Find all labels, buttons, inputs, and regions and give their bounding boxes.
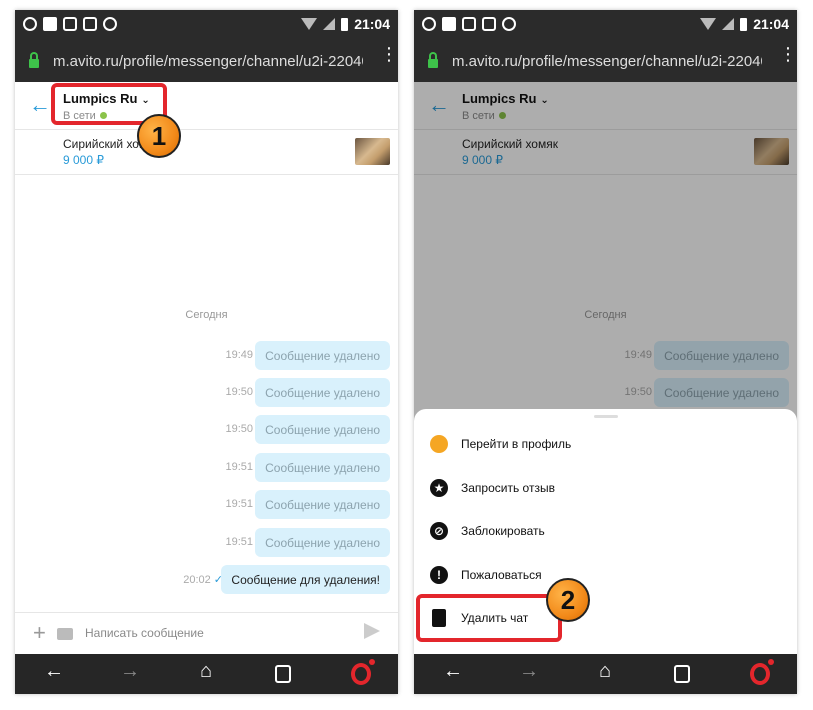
wifi-icon bbox=[301, 18, 318, 30]
listing-price: 9 000 ₽ bbox=[63, 153, 104, 167]
message-bubble[interactable]: Сообщение удалено bbox=[255, 453, 390, 482]
film-icon bbox=[43, 17, 57, 31]
message-bubble[interactable]: Сообщение удалено bbox=[255, 378, 390, 407]
message-time: 19:51 bbox=[225, 498, 253, 510]
warning-icon: ! bbox=[430, 566, 448, 584]
status-bar: 21:04 bbox=[15, 10, 398, 40]
message-time-sent: 20:02 ✓ bbox=[183, 573, 223, 586]
message-list: Сегодня 19:49 Сообщение удалено 19:50 Со… bbox=[15, 176, 398, 612]
menu-item-request-review[interactable]: ★ Запросить отзыв bbox=[414, 467, 797, 511]
message-time: 19:50 bbox=[225, 386, 253, 398]
step-badge-1: 1 bbox=[137, 114, 181, 158]
shazam-icon bbox=[502, 17, 516, 31]
browser-menu-icon[interactable]: ⋮ bbox=[779, 45, 797, 63]
message-time-text: 20:02 bbox=[183, 574, 211, 586]
sheet-handle[interactable] bbox=[594, 415, 618, 418]
address-bar[interactable]: m.avito.ru/profile/messenger/channel/u2i… bbox=[15, 40, 398, 82]
send-icon[interactable] bbox=[364, 623, 380, 639]
camera-icon[interactable] bbox=[57, 628, 73, 640]
battery-icon bbox=[341, 17, 349, 31]
opera-notification-icon bbox=[23, 17, 37, 31]
message-time: 19:51 bbox=[225, 461, 253, 473]
home-icon[interactable]: ⌂ bbox=[590, 660, 620, 683]
opera-notification-icon bbox=[422, 17, 436, 31]
forward-icon[interactable]: → bbox=[514, 660, 544, 683]
lock-icon bbox=[428, 52, 438, 68]
profile-icon bbox=[430, 435, 448, 453]
status-bar: 21:04 bbox=[414, 10, 797, 40]
wifi-icon bbox=[700, 18, 717, 30]
instagram-icon bbox=[462, 17, 476, 31]
menu-item-label: Запросить отзыв bbox=[461, 481, 555, 495]
message-bubble[interactable]: Сообщение удалено bbox=[255, 415, 390, 444]
browser-menu-icon[interactable]: ⋮ bbox=[380, 45, 398, 63]
battery-icon bbox=[740, 17, 748, 31]
message-bubble[interactable]: Сообщение удалено bbox=[255, 341, 390, 370]
menu-item-label: Перейти в профиль bbox=[461, 437, 572, 451]
block-user-icon: ⊘ bbox=[430, 522, 448, 540]
message-bubble[interactable]: Сообщение удалено bbox=[255, 528, 390, 557]
menu-item-report[interactable]: ! Пожаловаться bbox=[414, 554, 797, 598]
browser-nav-bar: ← → ⌂ bbox=[414, 654, 797, 694]
instagram-icon bbox=[63, 17, 77, 31]
message-input[interactable]: Написать сообщение bbox=[85, 626, 204, 640]
step-badge-2: 2 bbox=[546, 578, 590, 622]
back-icon[interactable]: ← bbox=[438, 660, 468, 683]
message-time: 19:51 bbox=[225, 536, 253, 548]
notification-icons bbox=[422, 17, 516, 31]
url-text[interactable]: m.avito.ru/profile/messenger/channel/u2i… bbox=[53, 53, 363, 70]
url-text[interactable]: m.avito.ru/profile/messenger/channel/u2i… bbox=[452, 53, 762, 70]
day-separator: Сегодня bbox=[185, 309, 228, 321]
star-icon: ★ bbox=[430, 479, 448, 497]
signal-icon bbox=[722, 18, 735, 30]
notification-icons bbox=[23, 17, 117, 31]
back-icon[interactable]: ← bbox=[39, 660, 69, 683]
tabs-icon[interactable] bbox=[674, 665, 690, 683]
opera-menu-icon[interactable] bbox=[351, 659, 375, 685]
address-bar[interactable]: m.avito.ru/profile/messenger/channel/u2i… bbox=[414, 40, 797, 82]
message-composer: + Написать сообщение bbox=[15, 612, 398, 654]
message-bubble[interactable]: Сообщение удалено bbox=[255, 490, 390, 519]
phone-screen-menu: 21:04 m.avito.ru/profile/messenger/chann… bbox=[414, 10, 797, 694]
message-time: 19:49 bbox=[225, 349, 253, 361]
shazam-icon bbox=[103, 17, 117, 31]
forward-icon[interactable]: → bbox=[115, 660, 145, 683]
listing-row[interactable]: Сирийский хомяк 9 000 ₽ bbox=[15, 130, 398, 175]
phone-screen-chat: 21:04 m.avito.ru/profile/messenger/chann… bbox=[15, 10, 398, 694]
instagram-icon bbox=[482, 17, 496, 31]
message-time: 19:50 bbox=[225, 423, 253, 435]
plus-icon[interactable]: + bbox=[33, 620, 46, 646]
menu-item-label: Пожаловаться bbox=[461, 568, 542, 582]
signal-icon bbox=[323, 18, 336, 30]
opera-menu-icon[interactable] bbox=[750, 659, 774, 685]
clock: 21:04 bbox=[753, 16, 789, 32]
back-arrow-icon[interactable]: ← bbox=[29, 92, 51, 118]
tabs-icon[interactable] bbox=[275, 665, 291, 683]
menu-item-go-to-profile[interactable]: Перейти в профиль bbox=[414, 423, 797, 467]
film-icon bbox=[442, 17, 456, 31]
highlight-delete-chat bbox=[416, 594, 562, 642]
menu-item-label: Заблокировать bbox=[461, 524, 545, 538]
lock-icon bbox=[29, 52, 39, 68]
listing-thumbnail[interactable] bbox=[355, 138, 390, 165]
instagram-icon bbox=[83, 17, 97, 31]
menu-item-block[interactable]: ⊘ Заблокировать bbox=[414, 510, 797, 554]
browser-nav-bar: ← → ⌂ bbox=[15, 654, 398, 694]
clock: 21:04 bbox=[354, 16, 390, 32]
message-bubble[interactable]: Сообщение для удаления! bbox=[221, 565, 390, 594]
home-icon[interactable]: ⌂ bbox=[191, 660, 221, 683]
